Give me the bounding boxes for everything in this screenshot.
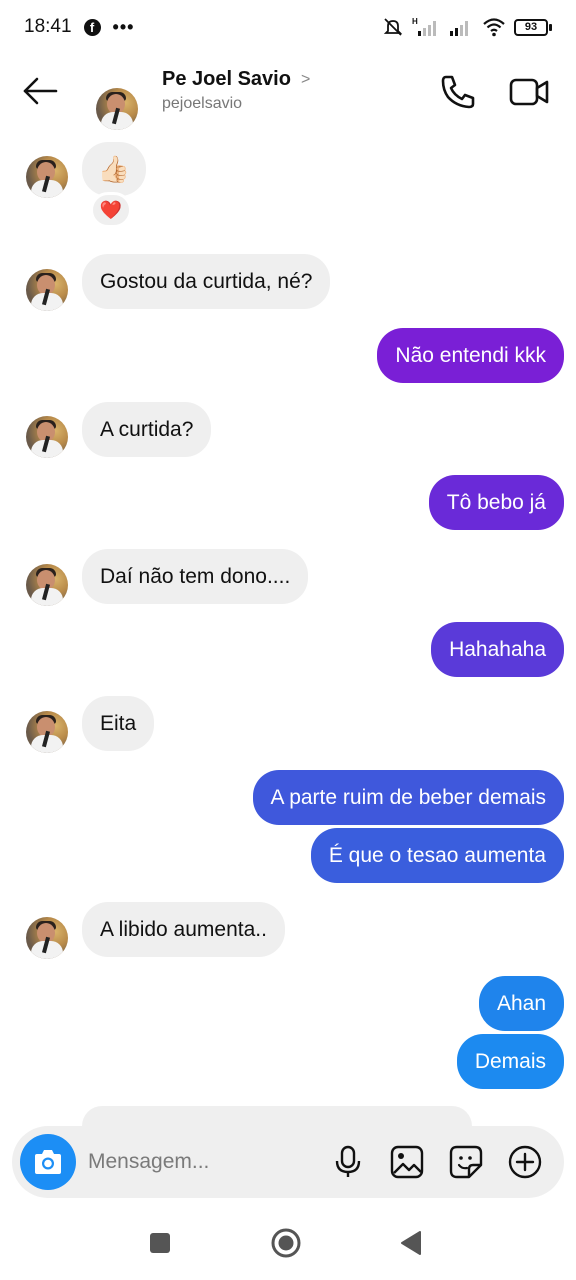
recents-button[interactable] — [143, 1226, 177, 1260]
camera-icon — [35, 1150, 61, 1174]
incoming-message[interactable]: Gostou da curtida, né? — [82, 254, 331, 310]
image-icon — [390, 1145, 424, 1179]
back-button[interactable] — [20, 74, 60, 108]
call-button[interactable] — [438, 72, 478, 112]
status-time: 18:41 — [24, 16, 72, 37]
video-call-button[interactable] — [508, 72, 550, 112]
mute-icon — [383, 18, 403, 36]
back-arrow-icon — [23, 77, 58, 105]
outgoing-message[interactable]: Demais — [456, 1034, 564, 1090]
message-composer — [12, 1126, 564, 1198]
contact-name-row: Pe Joel Savio > — [162, 68, 310, 91]
battery-level: 93 — [514, 18, 548, 36]
heart-icon: ❤️ — [99, 199, 123, 220]
incoming-message[interactable]: Eita — [82, 696, 155, 752]
incoming-message[interactable]: Daí não tem dono.... — [82, 549, 309, 605]
sender-avatar[interactable] — [26, 711, 68, 753]
thumbs-up-icon: 👍🏻 — [97, 153, 131, 184]
sender-avatar[interactable] — [26, 156, 68, 198]
outgoing-message[interactable]: Não entendi kkk — [377, 328, 564, 384]
avatar[interactable] — [96, 88, 138, 130]
sender-avatar[interactable] — [26, 269, 68, 311]
chat-header: Pe Joel Savio > pejoelsavio — [0, 54, 576, 134]
heart-reaction[interactable]: ❤️ — [90, 192, 132, 228]
sender-avatar[interactable] — [26, 416, 68, 458]
outgoing-message[interactable]: Ahan — [478, 976, 564, 1032]
outgoing-message[interactable]: A parte ruim de beber demais — [252, 770, 564, 826]
signal-icon — [450, 21, 468, 36]
wifi-icon — [483, 18, 505, 37]
camera-button[interactable] — [20, 1134, 76, 1190]
contact-name: Pe Joel Savio — [162, 68, 291, 90]
recents-square-icon — [150, 1233, 170, 1253]
incoming-message[interactable]: A libido aumenta.. — [82, 902, 285, 958]
outgoing-message[interactable]: Tô bebo já — [428, 475, 564, 531]
phone-icon — [441, 75, 475, 109]
outgoing-message[interactable]: Hahahaha — [431, 622, 564, 678]
facebook-icon: f — [83, 18, 101, 36]
gallery-button[interactable] — [389, 1144, 425, 1180]
home-button[interactable] — [269, 1226, 303, 1260]
like-message[interactable]: 👍🏻 — [82, 142, 146, 196]
contact-handle: pejoelsavio — [162, 95, 243, 112]
back-nav-button[interactable] — [394, 1226, 428, 1260]
sender-avatar[interactable] — [26, 564, 68, 606]
microphone-icon — [335, 1145, 361, 1177]
video-camera-icon — [509, 78, 549, 106]
sticker-icon — [449, 1145, 483, 1179]
svg-text:H: H — [412, 17, 418, 26]
sender-avatar[interactable] — [26, 917, 68, 959]
back-triangle-icon — [401, 1231, 421, 1255]
outgoing-message[interactable]: É que o tesao aumenta — [310, 828, 564, 884]
sticker-button[interactable] — [448, 1144, 484, 1180]
message-input[interactable] — [88, 1142, 318, 1182]
system-nav-bar — [0, 1200, 576, 1280]
contact-info[interactable]: Pe Joel Savio > pejoelsavio — [162, 68, 310, 113]
incoming-message[interactable]: A curtida? — [82, 402, 212, 458]
chevron-right-icon: > — [300, 70, 311, 88]
home-circle-icon — [271, 1228, 301, 1258]
more-options-button[interactable] — [507, 1144, 543, 1180]
status-bar: 18:41 f ••• H 93 — [0, 0, 576, 54]
battery-icon: 93 — [514, 18, 552, 36]
more-dots-icon: ••• — [112, 16, 135, 37]
voice-message-button[interactable] — [330, 1144, 366, 1180]
signal-h-icon: H — [412, 17, 436, 36]
plus-icon — [508, 1145, 542, 1179]
